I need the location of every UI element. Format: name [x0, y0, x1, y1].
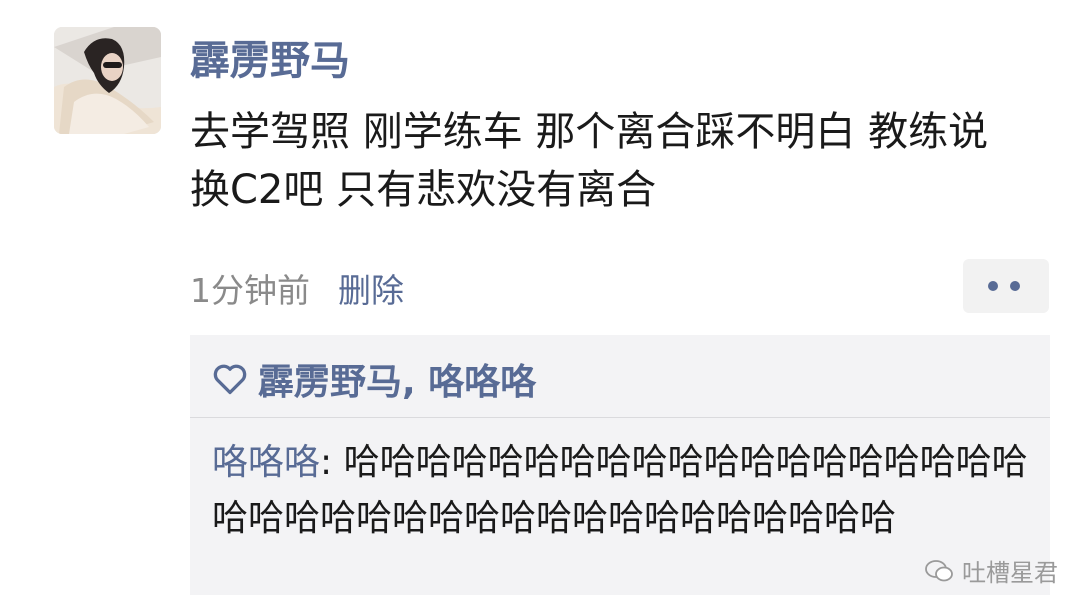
more-button[interactable]	[963, 259, 1049, 313]
post-time: 1分钟前	[190, 271, 310, 310]
divider	[190, 417, 1050, 418]
likes-row: 霹雳野马, 咯咯咯	[212, 353, 536, 405]
comment-author[interactable]: 咯咯咯	[212, 442, 320, 483]
avatar-photo	[54, 27, 161, 134]
more-dots-icon	[988, 281, 998, 291]
likes-names[interactable]: 霹雳野马, 咯咯咯	[258, 353, 536, 405]
watermark: 吐槽星君	[924, 553, 1058, 588]
comment-separator: :	[320, 442, 344, 483]
post-text: 去学驾照 刚学练车 那个离合踩不明白 教练说 换C2吧 只有悲欢没有离合	[190, 109, 989, 213]
post-author-name[interactable]: 霹雳野马	[190, 34, 350, 88]
comments-panel: 霹雳野马, 咯咯咯 咯咯咯: 哈哈哈哈哈哈哈哈哈哈哈哈哈哈哈哈哈哈哈哈哈哈哈哈哈…	[190, 335, 1050, 595]
post-meta: 1分钟前 删除	[190, 262, 404, 314]
avatar[interactable]	[54, 27, 161, 134]
comment-item[interactable]: 咯咯咯: 哈哈哈哈哈哈哈哈哈哈哈哈哈哈哈哈哈哈哈哈哈哈哈哈哈哈哈哈哈哈哈哈哈哈哈…	[212, 435, 1042, 547]
more-dots-icon	[1010, 281, 1020, 291]
delete-button[interactable]: 删除	[338, 264, 404, 312]
wechat-icon	[925, 559, 953, 581]
heart-outline-icon	[213, 364, 247, 395]
watermark-text: 吐槽星君	[962, 559, 1058, 587]
